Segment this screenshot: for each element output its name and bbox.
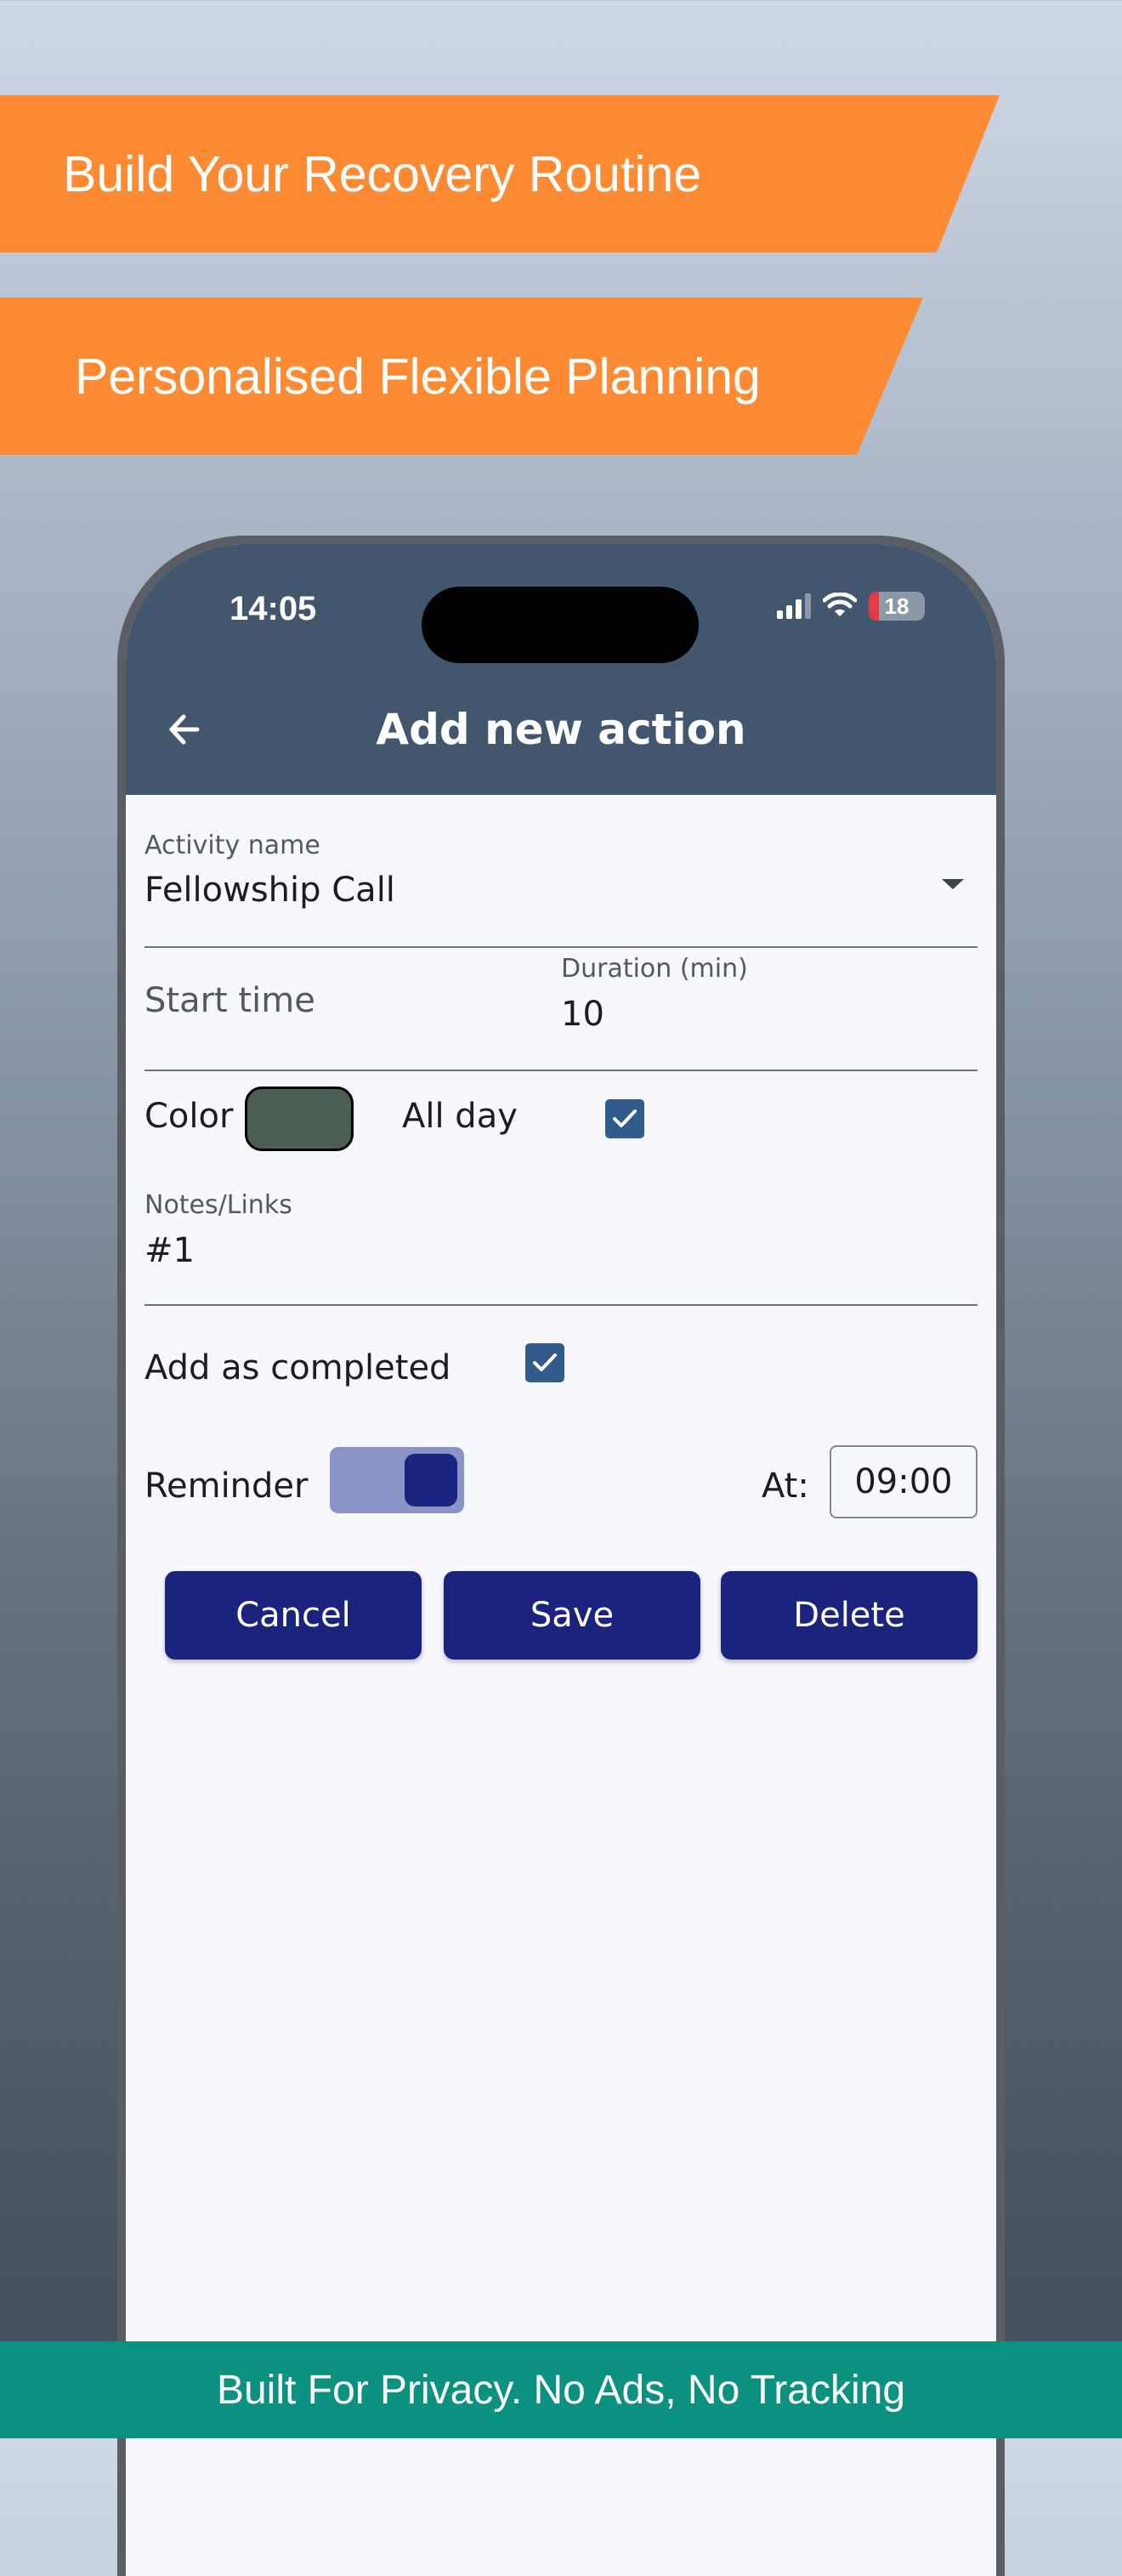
headline-banner-2: Personalised Flexible Planning bbox=[0, 298, 923, 455]
reminder-time-field[interactable]: 09:00 bbox=[830, 1445, 978, 1518]
start-time-field[interactable]: Start time bbox=[144, 981, 315, 1020]
headline-banner-1: Build Your Recovery Routine bbox=[0, 95, 1000, 252]
notes-label: Notes/Links bbox=[144, 1190, 292, 1220]
delete-button[interactable]: Delete bbox=[721, 1571, 978, 1660]
color-label: Color bbox=[144, 1097, 234, 1136]
activity-name-label: Activity name bbox=[144, 831, 320, 860]
privacy-footer: Built For Privacy. No Ads, No Tracking bbox=[0, 2341, 1122, 2438]
wifi-icon bbox=[823, 593, 857, 616]
reminder-toggle[interactable] bbox=[330, 1447, 464, 1513]
activity-divider bbox=[144, 946, 978, 948]
color-swatch[interactable] bbox=[245, 1087, 354, 1151]
cancel-button[interactable]: Cancel bbox=[165, 1571, 422, 1660]
status-icons: 18 bbox=[777, 592, 925, 621]
check-icon bbox=[533, 1353, 557, 1371]
reminder-label: Reminder bbox=[144, 1467, 309, 1506]
completed-checkbox[interactable] bbox=[525, 1343, 564, 1382]
dropdown-arrow-icon[interactable] bbox=[940, 877, 966, 891]
check-icon bbox=[613, 1109, 637, 1127]
status-time: 14:05 bbox=[230, 590, 317, 627]
completed-label: Add as completed bbox=[144, 1348, 451, 1387]
all-day-checkbox[interactable] bbox=[605, 1099, 644, 1138]
duration-label: Duration (min) bbox=[561, 954, 748, 984]
battery-icon: 18 bbox=[869, 592, 925, 621]
app-header: 14:05 18 Add new action bbox=[126, 544, 996, 795]
time-divider bbox=[144, 1070, 978, 1071]
notes-divider bbox=[144, 1304, 978, 1306]
footer-text: Built For Privacy. No Ads, No Tracking bbox=[216, 2367, 906, 2413]
reminder-at-label: At: bbox=[762, 1467, 809, 1506]
all-day-label: All day bbox=[402, 1097, 518, 1136]
duration-value: 10 bbox=[561, 995, 604, 1034]
dynamic-island bbox=[422, 587, 699, 663]
phone-screen: 14:05 18 Add new action Activity name Fe… bbox=[126, 544, 996, 2576]
save-button[interactable]: Save bbox=[444, 1571, 700, 1660]
phone-frame: 14:05 18 Add new action Activity name Fe… bbox=[117, 536, 1005, 2576]
battery-level: 18 bbox=[884, 593, 910, 619]
headline-1-text: Build Your Recovery Routine bbox=[63, 145, 702, 202]
page-title: Add new action bbox=[376, 705, 746, 754]
reminder-time-value: 09:00 bbox=[854, 1462, 953, 1501]
activity-name-value: Fellowship Call bbox=[144, 871, 395, 910]
signal-icon bbox=[777, 593, 811, 619]
headline-2-text: Personalised Flexible Planning bbox=[75, 348, 761, 405]
toggle-thumb bbox=[405, 1454, 457, 1506]
notes-value: #1 bbox=[144, 1231, 195, 1270]
